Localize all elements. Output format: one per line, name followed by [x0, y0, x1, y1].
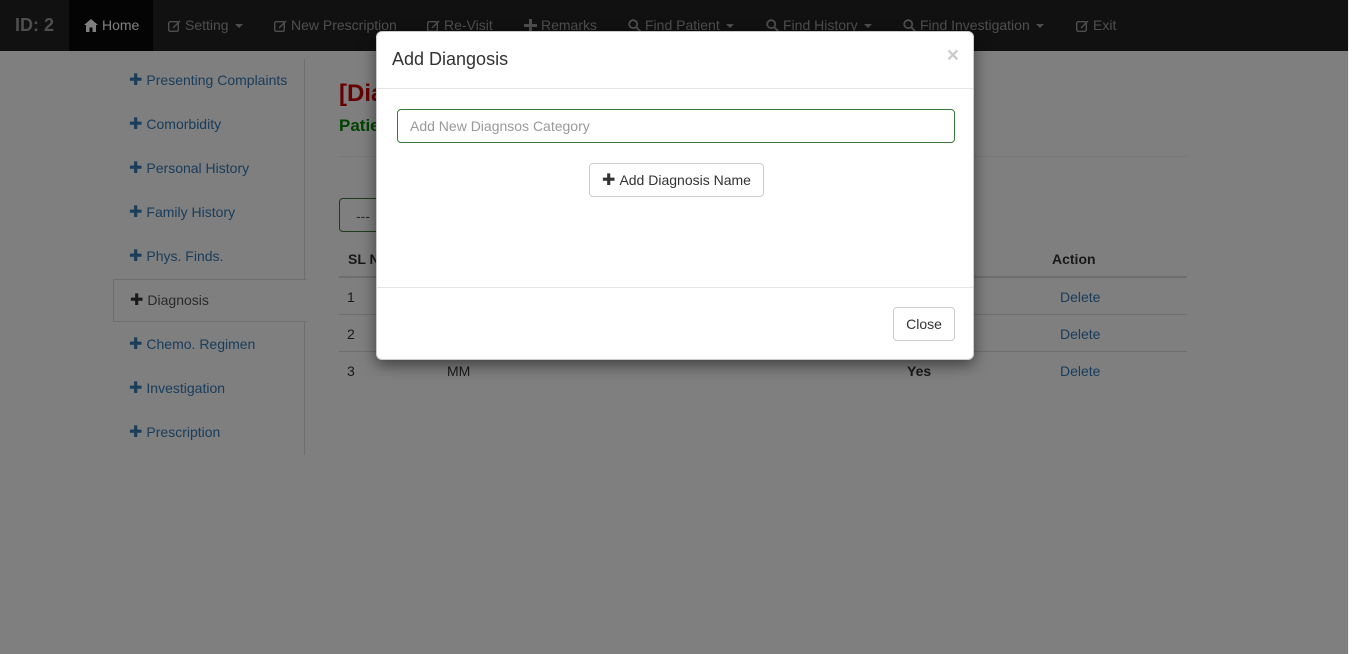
plus-icon: ✚	[602, 172, 616, 189]
add-diagnosis-name-label: Add Diagnosis Name	[619, 172, 751, 188]
add-diagnosis-name-button[interactable]: ✚ Add Diagnosis Name	[589, 163, 764, 197]
close-button[interactable]: Close	[893, 307, 955, 341]
modal-header-divider	[377, 88, 973, 89]
page-scrollbar[interactable]	[1348, 0, 1366, 654]
modal-title: Add Diangosis	[392, 49, 509, 69]
add-diagnosis-modal: Add Diangosis × ✚Add Diagnosis Name Clos…	[376, 31, 974, 360]
modal-footer-divider	[377, 287, 973, 288]
close-icon[interactable]: ×	[947, 44, 959, 68]
diagnosis-category-input[interactable]	[397, 109, 955, 143]
